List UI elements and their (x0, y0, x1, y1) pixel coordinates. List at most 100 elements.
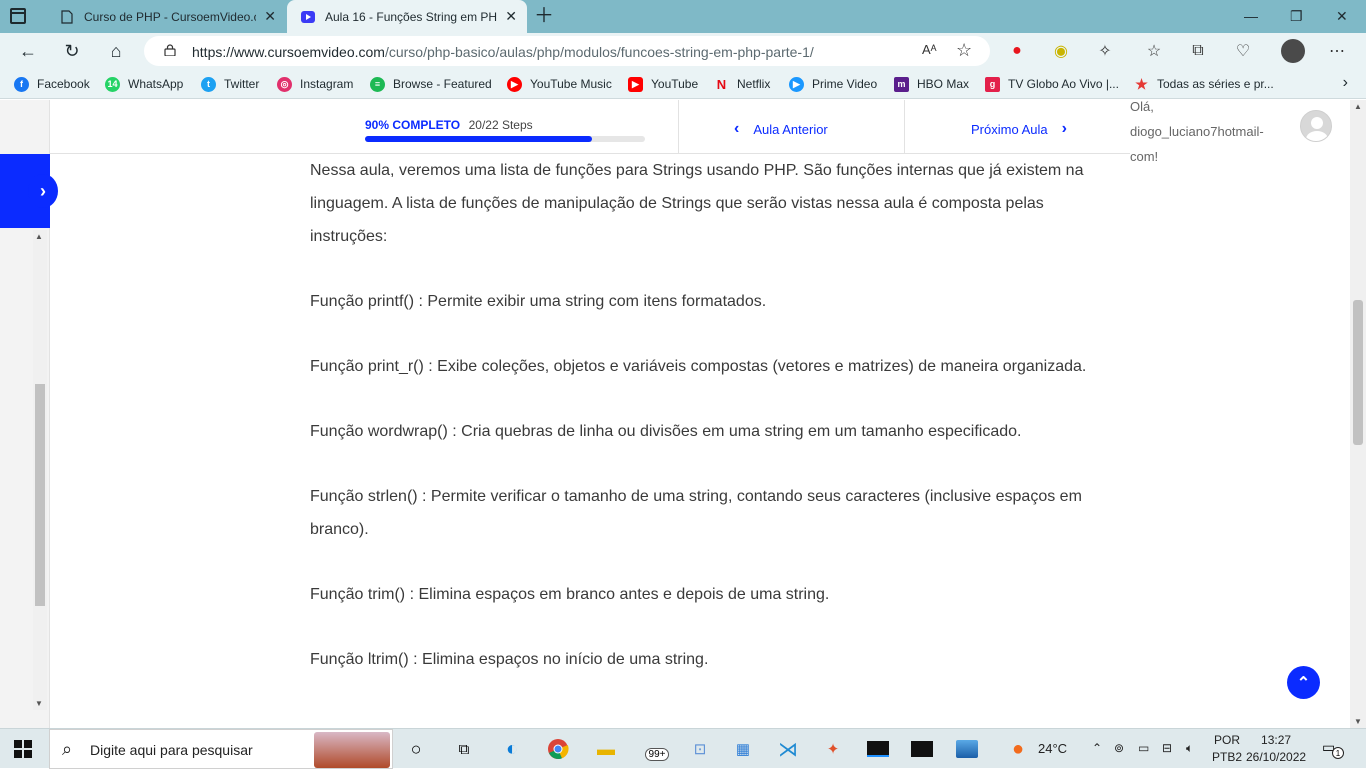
back-to-top-button[interactable]: ⌃ (1287, 666, 1320, 699)
windows-start-icon[interactable] (14, 740, 32, 758)
browser-toolbar: ← ↻ ⌂ https://www.cursoemvideo.com/curso… (0, 33, 1366, 69)
task-view-icon[interactable]: ⧉ (452, 737, 476, 761)
address-bar[interactable]: https://www.cursoemvideo.com/curso/php-b… (144, 36, 990, 66)
favorite-label: Todas as séries e pr... (1157, 77, 1274, 91)
favorite-instagram[interactable]: ◎ Instagram (277, 76, 353, 92)
document-icon (60, 9, 74, 24)
profile-avatar[interactable] (1281, 39, 1305, 63)
favorite-prime-video[interactable]: ▶ Prime Video (789, 76, 877, 92)
favorite-label: HBO Max (917, 77, 970, 91)
scroll-up-icon[interactable]: ▲ (35, 232, 43, 241)
favorite-netflix[interactable]: N Netflix (714, 76, 771, 92)
favorite-youtube[interactable]: ▶ YouTube (628, 76, 698, 92)
file-explorer-icon[interactable]: ▬ (594, 737, 618, 761)
tab-title: Aula 16 - Funções String em PHP (325, 9, 497, 24)
globo-icon: g (985, 76, 1000, 92)
close-tab-icon[interactable]: ✕ (264, 9, 276, 23)
app-icon[interactable]: ⊡ (688, 737, 712, 761)
close-window-icon[interactable]: ✕ (1336, 8, 1348, 25)
back-arrow-icon[interactable]: ← (16, 39, 40, 63)
extension-icon[interactable]: ◉ (1050, 40, 1072, 62)
chrome-icon[interactable] (546, 737, 570, 761)
progress-bar (365, 136, 645, 142)
favorites-bar: f Facebook 14 WhatsApp t Twitter ◎ Instagram… (0, 69, 1366, 99)
restore-icon[interactable]: ❐ (1290, 8, 1303, 25)
taskbar-search[interactable]: ⌕ Digite aqui para pesquisar (49, 729, 393, 769)
terminal-icon[interactable] (910, 737, 934, 761)
favorite-whatsapp[interactable]: 14 WhatsApp (105, 76, 183, 92)
clock[interactable]: 13:27 26/10/2022 (1246, 732, 1306, 766)
chevron-up-icon[interactable]: ⌃ (1092, 741, 1102, 755)
twitter-icon: t (201, 76, 216, 92)
next-lesson-label: Próximo Aula (971, 121, 1048, 137)
vscode-icon[interactable]: ⋊ (776, 737, 800, 761)
git-icon[interactable]: ✦ (821, 737, 845, 761)
network-icon[interactable]: ⊟ (1162, 741, 1172, 755)
close-tab-icon[interactable]: ✕ (505, 9, 517, 23)
favorite-todas-series[interactable]: ★ Todas as séries e pr... (1134, 76, 1274, 92)
collections-icon[interactable]: ⧉ (1187, 40, 1209, 62)
lesson-paragraph: Função print_r() : Exibe coleções, objet… (310, 358, 1087, 375)
scroll-up-icon[interactable]: ▲ (1354, 102, 1362, 111)
user-menu[interactable]: Olá, diogo_luciano7hotmail-com! (1130, 100, 1350, 164)
favorite-hbo-max[interactable]: m HBO Max (894, 76, 969, 92)
extensions-puzzle-icon[interactable]: ✧ (1094, 40, 1116, 62)
page-scrollbar[interactable]: ▲ ▼ (1350, 100, 1366, 728)
calculator-icon[interactable]: ▦ (731, 737, 755, 761)
sidebar-scrollbar[interactable]: ▲ ▼ (33, 230, 47, 710)
windows-taskbar: ⌕ Digite aqui para pesquisar ○ ⧉ ◐ ▬ 99+… (0, 728, 1366, 769)
favorites-icon[interactable]: ☆ (1143, 40, 1165, 62)
course-progress: 90% COMPLETO 20/22 Steps (365, 116, 533, 134)
youtube-icon: ▶ (628, 76, 643, 92)
chevron-right-icon[interactable]: › (1343, 74, 1348, 92)
opera-extension-icon[interactable]: ● (1006, 40, 1028, 62)
favorite-tv-globo[interactable]: g TV Globo Ao Vivo |... (985, 76, 1119, 92)
tab-aula-16[interactable]: Aula 16 - Funções String em PHP ✕ (287, 0, 527, 33)
favorite-label: Prime Video (812, 77, 878, 91)
favorite-facebook[interactable]: f Facebook (14, 76, 90, 92)
temperature[interactable]: 24°C (1038, 741, 1067, 756)
cortana-icon[interactable]: ○ (404, 737, 428, 761)
scrollbar-thumb[interactable] (1353, 300, 1363, 445)
app-tray-icon[interactable]: ⊚ (1114, 741, 1124, 755)
browser-essentials-icon[interactable]: ♡ (1232, 40, 1254, 62)
avatar[interactable] (1300, 110, 1332, 142)
home-icon[interactable]: ⌂ (104, 39, 128, 63)
clock-time: 13:27 (1261, 733, 1292, 747)
tab-curso-php[interactable]: Curso de PHP - CursoemVideo.co ✕ (46, 0, 286, 33)
more-menu-icon[interactable]: ⋯ (1326, 40, 1348, 62)
scrollbar-thumb[interactable] (35, 384, 45, 606)
progress-steps: 20/22 Steps (468, 118, 533, 132)
scroll-down-icon[interactable]: ▼ (1354, 717, 1362, 726)
read-aloud-icon[interactable]: Aᴬ (922, 42, 937, 57)
volume-icon[interactable]: 🔈︎ (1186, 741, 1193, 756)
whatsapp-icon: 14 (105, 76, 120, 92)
chevron-right-icon[interactable]: › (28, 174, 58, 208)
terminal-icon[interactable] (866, 737, 890, 761)
input-language[interactable]: POR PTB2 (1212, 732, 1242, 766)
tab-title: Curso de PHP - CursoemVideo.co (84, 9, 256, 24)
progress-bar-fill (365, 136, 592, 142)
refresh-icon[interactable]: ↻ (60, 39, 84, 63)
chevron-right-icon: › (1061, 120, 1067, 137)
tab-actions-icon[interactable] (10, 8, 26, 24)
notification-center-icon[interactable]: ▭ 1 (1322, 739, 1344, 759)
favorite-spotify[interactable]: ≡ Browse - Featured (370, 76, 492, 92)
weather-sun-icon[interactable]: ● (1006, 737, 1030, 761)
lesson-navigation: ‹ Aula Anterior Próximo Aula › (678, 100, 1130, 154)
edge-icon[interactable]: ◐ (500, 737, 524, 761)
new-tab-icon[interactable]: ＋ (534, 6, 554, 26)
previous-lesson-button[interactable]: ‹ Aula Anterior (734, 120, 828, 138)
battery-icon[interactable]: ▭ (1138, 741, 1149, 755)
next-lesson-button[interactable]: Próximo Aula › (971, 120, 1067, 138)
facebook-icon: f (14, 76, 29, 92)
mail-icon[interactable]: 99+ (640, 737, 674, 761)
youtube-music-icon: ▶ (507, 76, 522, 92)
add-favorite-icon[interactable]: ☆ (956, 40, 972, 61)
favorite-youtube-music[interactable]: ▶ YouTube Music (507, 76, 612, 92)
minimize-icon[interactable]: — (1244, 8, 1258, 24)
favorite-twitter[interactable]: t Twitter (201, 76, 259, 92)
scroll-down-icon[interactable]: ▼ (35, 699, 43, 708)
photos-icon[interactable] (955, 737, 979, 761)
url-text: https://www.cursoemvideo.com/curso/php-b… (192, 44, 814, 60)
